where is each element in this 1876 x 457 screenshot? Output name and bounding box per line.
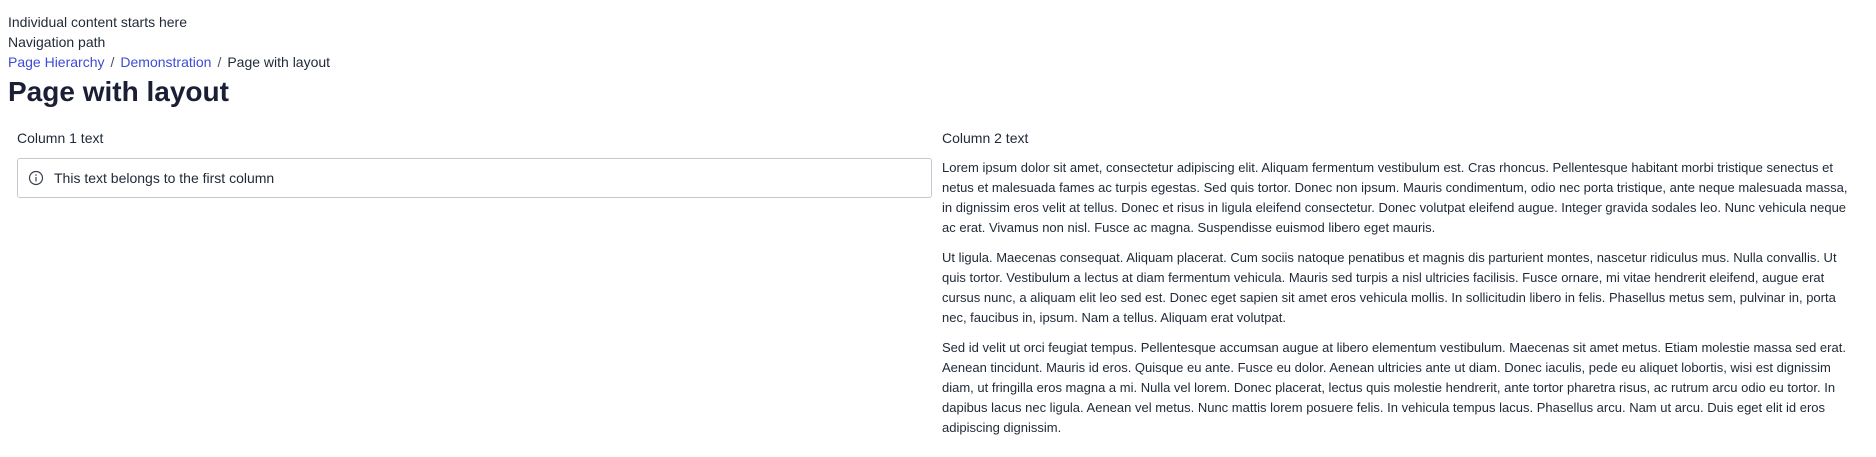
navigation-path-label: Navigation path [8, 34, 106, 50]
paragraph: Ut ligula. Maecenas consequat. Aliquam p… [942, 250, 1837, 325]
page-title: Page with layout [8, 76, 229, 107]
column-1: Column 1 text This text belongs to the f… [8, 128, 932, 448]
breadcrumb-separator: / [217, 54, 222, 70]
info-panel: This text belongs to the first column [17, 158, 932, 198]
info-panel-text: This text belongs to the first column [54, 170, 275, 186]
column-1-label: Column 1 text [17, 130, 104, 146]
breadcrumb-page-hierarchy[interactable]: Page Hierarchy [8, 52, 105, 72]
breadcrumb-current: Page with layout [227, 54, 331, 70]
breadcrumb-separator: / [110, 54, 115, 70]
column-2: Column 2 text Lorem ipsum dolor sit amet… [942, 128, 1852, 448]
breadcrumb: Page Hierarchy / Demonstration / Page wi… [8, 52, 1868, 72]
page: Individual content starts here Navigatio… [0, 0, 1876, 457]
paragraph: Lorem ipsum dolor sit amet, consectetur … [942, 160, 1848, 235]
paragraph: Sed id velit ut orci feugiat tempus. Pel… [942, 340, 1846, 435]
breadcrumb-demonstration[interactable]: Demonstration [120, 52, 211, 72]
layout-columns: Column 1 text This text belongs to the f… [8, 128, 1868, 448]
intro-text: Individual content starts here [8, 14, 187, 30]
column-2-label: Column 2 text [942, 130, 1029, 146]
info-icon [28, 170, 44, 186]
